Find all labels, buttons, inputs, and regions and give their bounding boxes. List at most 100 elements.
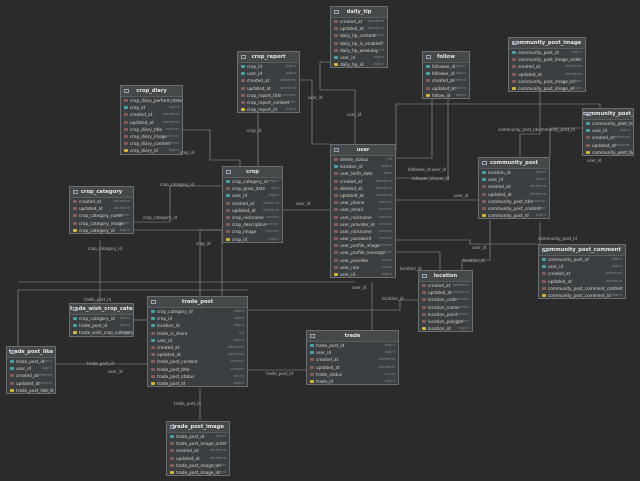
table-location[interactable]: location created_at datetime updated_at date… <box>418 270 473 333</box>
table-trade-post[interactable]: trade_post crop_category_id bigint crop_id b… <box>147 296 248 388</box>
table-crop-category[interactable]: crop_category created_at datetime updated_a… <box>69 186 134 234</box>
column-row[interactable]: community_post_image_order int <box>509 56 585 63</box>
column-row[interactable]: crop_grow_date date <box>223 185 282 192</box>
column-row[interactable]: followee_id bigint <box>423 63 469 70</box>
table-crop-diary[interactable]: crop_diary crop_diary_perform_date date cro… <box>120 85 183 155</box>
column-row[interactable]: updated_at datetime <box>583 142 633 149</box>
column-row[interactable]: created_at datetime <box>539 270 625 277</box>
column-row[interactable]: daily_tip_weekday int <box>331 47 387 54</box>
column-row[interactable]: crop_report_content varchar <box>238 99 299 106</box>
column-row[interactable]: created_at datetime <box>509 63 585 70</box>
column-row[interactable]: trade_id bigint <box>307 378 398 384</box>
column-row[interactable]: updated_at datetime <box>479 191 549 198</box>
table-daily-tip[interactable]: daily_tip created_at datetime updated_at dat… <box>330 6 388 69</box>
column-row[interactable]: created_at datetime <box>419 282 472 289</box>
column-row[interactable]: trade_post_id bigint <box>7 358 55 365</box>
column-row[interactable]: updated_at datetime <box>539 278 625 285</box>
column-row[interactable]: user_nickname varchar <box>331 228 395 235</box>
column-row[interactable]: created_at datetime <box>223 200 282 207</box>
column-row[interactable]: crop_diary_perform_date date <box>121 97 182 104</box>
column-row[interactable]: updated_at datetime <box>238 85 299 92</box>
column-row[interactable]: trade_post_id bigint <box>167 433 229 440</box>
column-row[interactable]: community_post_comment_id bigint <box>539 292 625 298</box>
table-follow[interactable]: follow followee_id bigint follower_id bigint… <box>422 51 470 99</box>
table-trade-post-like[interactable]: trade_post_like trade_post_id bigint user_i… <box>6 346 56 394</box>
column-row[interactable]: created_at datetime <box>238 77 299 84</box>
column-row[interactable]: created_at datetime <box>331 178 395 185</box>
column-row[interactable]: crop_report_id bigint <box>238 106 299 112</box>
column-row[interactable]: user_id bigint <box>331 54 387 61</box>
column-row[interactable]: community_post_comment_content varchar <box>539 285 625 292</box>
column-row[interactable]: community_post_content varchar <box>479 205 549 212</box>
column-row[interactable]: delete_status bit <box>331 156 395 163</box>
column-row[interactable]: user_id bigint <box>223 192 282 199</box>
column-row[interactable]: updated_at datetime <box>419 289 472 296</box>
column-row[interactable]: user_email varchar <box>331 206 395 213</box>
column-row[interactable]: community_post_id bigint <box>509 49 585 56</box>
column-row[interactable]: daily_tip_content varchar <box>331 32 387 39</box>
table-community-post[interactable]: community_post location_id bigint user_id bi… <box>478 157 550 220</box>
column-row[interactable]: user_id bigint <box>7 365 55 372</box>
column-row[interactable]: user_role enum <box>331 264 395 271</box>
column-row[interactable]: community_post_id bigint <box>583 120 633 127</box>
column-row[interactable]: trade_post_title varchar <box>148 366 247 373</box>
column-row[interactable]: crop_id bigint <box>121 104 182 111</box>
column-row[interactable]: crop_image varchar <box>223 228 282 235</box>
column-row[interactable]: deleted_at datetime <box>331 185 395 192</box>
column-row[interactable]: trade_post_image_order int <box>167 440 229 447</box>
column-row[interactable]: created_at datetime <box>307 356 398 363</box>
column-row[interactable]: community_post_image_id bigint <box>509 85 585 91</box>
column-row[interactable]: crop_nickname varchar <box>223 214 282 221</box>
column-row[interactable]: location_polygon varchar <box>419 318 472 325</box>
column-row[interactable]: community_post_id bigint <box>539 256 625 263</box>
column-row[interactable]: trade_post_id bigint <box>70 322 133 329</box>
column-row[interactable]: trade_status enum <box>307 371 398 378</box>
column-row[interactable]: updated_at datetime <box>423 85 469 92</box>
column-row[interactable]: updated_at datetime <box>7 380 55 387</box>
column-row[interactable]: crop_category_id bigint <box>70 227 133 233</box>
column-row[interactable]: community_post_like_idbigint <box>583 149 633 155</box>
column-row[interactable]: crop_diary_image varchar <box>121 133 182 140</box>
column-row[interactable]: crop_category_name varchar <box>70 212 133 219</box>
column-row[interactable]: follow_id bigint <box>423 92 469 98</box>
column-row[interactable]: updated_at datetime <box>331 192 395 199</box>
column-row[interactable]: user_profile_message varchar <box>331 249 395 256</box>
column-row[interactable]: trade_post_id bigint <box>307 342 398 349</box>
column-row[interactable]: user_nickname varchar <box>331 214 395 221</box>
column-row[interactable]: updated_at datetime <box>121 119 182 126</box>
column-row[interactable]: updated_at datetime <box>331 25 387 32</box>
column-row[interactable]: crop_id bigint <box>148 315 247 322</box>
column-row[interactable]: trade_post_content varchar <box>148 358 247 365</box>
table-community-post-image[interactable]: community_post_image community_post_id big… <box>508 37 586 93</box>
column-row[interactable]: crop_id bigint <box>223 236 282 242</box>
column-row[interactable]: user_id bigint <box>148 337 247 344</box>
table-trade[interactable]: trade trade_post_id bigint user_id bigint cre… <box>306 330 399 386</box>
column-row[interactable]: created_at datetime <box>583 134 633 141</box>
column-row[interactable]: user_id bigint <box>583 127 633 134</box>
column-row[interactable]: created_at datetime <box>7 372 55 379</box>
column-row[interactable]: crop_category_id bigint <box>223 178 282 185</box>
column-row[interactable]: crop_report_title varchar <box>238 92 299 99</box>
column-row[interactable]: updated_at datetime <box>70 205 133 212</box>
column-row[interactable]: user_phone varchar <box>331 199 395 206</box>
column-row[interactable]: crop_id bigint <box>238 63 299 70</box>
column-row[interactable]: crop_diary_content varchar <box>121 140 182 147</box>
table-community-post-like[interactable]: community_post_likecommunity_post_idbigi… <box>582 108 634 156</box>
column-row[interactable]: daily_tip_is_enabled bit <box>331 40 387 47</box>
column-row[interactable]: created_at datetime <box>121 111 182 118</box>
column-row[interactable]: trade_is_share bit <box>148 330 247 337</box>
table-community-post-comment[interactable]: community_post_comment community_post_id b… <box>538 244 626 300</box>
column-row[interactable]: location_name varchar <box>419 304 472 311</box>
column-row[interactable]: user_provider_id varchar <box>331 221 395 228</box>
column-row[interactable]: user_birth_date date <box>331 170 395 177</box>
column-row[interactable]: trade_post_image_url varchar <box>167 462 229 469</box>
column-row[interactable]: community_post_image_url varchar <box>509 78 585 85</box>
column-row[interactable]: crop_category_id bigint <box>148 308 247 315</box>
table-trade-wish-crop-category[interactable]: trade_wish_crop_category crop_category_id… <box>69 303 134 337</box>
table-crop[interactable]: crop crop_category_id bigint crop_grow_date… <box>222 166 283 243</box>
column-row[interactable]: crop_diary_title varchar <box>121 126 182 133</box>
column-row[interactable]: trade_post_image_id bigint <box>167 469 229 475</box>
column-row[interactable]: created_at datetime <box>479 183 549 190</box>
column-row[interactable]: user_password varchar <box>331 235 395 242</box>
column-row[interactable]: user_id bigint <box>307 349 398 356</box>
